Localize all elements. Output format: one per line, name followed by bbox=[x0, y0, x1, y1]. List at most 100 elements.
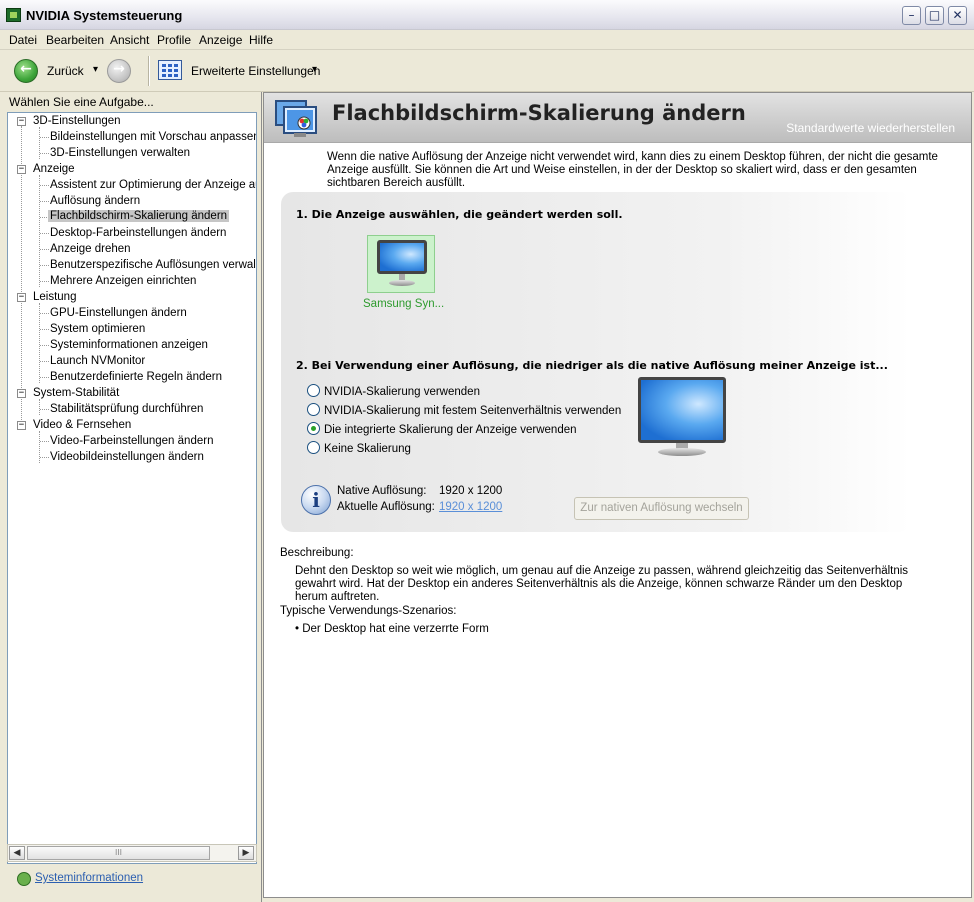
sidebar-item-flatpanel-scaling[interactable]: Flachbildschirm-Skalierung ändern bbox=[48, 210, 230, 222]
scroll-right-arrow-icon[interactable]: ▶ bbox=[238, 846, 254, 860]
category-performance[interactable]: Leistung bbox=[33, 291, 76, 303]
tree-connector bbox=[40, 409, 49, 410]
option-no-scaling[interactable]: Keine Skalierung bbox=[307, 441, 411, 455]
collapse-performance-icon[interactable]: − bbox=[17, 293, 26, 302]
horizontal-scrollbar[interactable]: ◀ III ▶ bbox=[7, 844, 257, 862]
sidebar-item-stability-test[interactable]: Stabilitätsprüfung durchführen bbox=[50, 403, 203, 415]
sidebar-item-desktop-color[interactable]: Desktop-Farbeinstellungen ändern bbox=[50, 227, 226, 239]
sidebar-item-video-color[interactable]: Video-Farbeinstellungen ändern bbox=[50, 435, 213, 447]
category-video-tv[interactable]: Video & Fernsehen bbox=[33, 419, 131, 431]
pane-splitter[interactable] bbox=[258, 92, 262, 902]
native-resolution-value: 1920 x 1200 bbox=[439, 485, 503, 497]
sidebar-item-nvmonitor[interactable]: Launch NVMonitor bbox=[50, 355, 145, 367]
restore-defaults-link[interactable]: Standardwerte wiederherstellen bbox=[786, 121, 955, 135]
step1-heading: 1. Die Anzeige auswählen, die geändert w… bbox=[296, 208, 623, 221]
sidebar-item-custom-rules[interactable]: Benutzerdefinierte Regeln ändern bbox=[50, 371, 222, 383]
advanced-settings-button[interactable]: Erweiterte Einstellungen bbox=[191, 64, 320, 78]
forward-arrow-icon: → bbox=[113, 61, 125, 77]
option-nvidia-fixed-aspect[interactable]: NVIDIA-Skalierung mit festem Seitenverhä… bbox=[307, 403, 621, 417]
toolbar: ← Zurück ▾ → Erweiterte Einstellungen ▾ bbox=[0, 50, 974, 92]
close-button[interactable]: ✕ bbox=[948, 6, 967, 25]
maximize-button[interactable]: □ bbox=[925, 6, 944, 25]
option-label[interactable]: NVIDIA-Skalierung mit festem Seitenverhä… bbox=[324, 405, 621, 417]
menu-bearbeiten[interactable]: Bearbeiten bbox=[46, 33, 104, 47]
collapse-display-icon[interactable]: − bbox=[17, 165, 26, 174]
menu-ansicht[interactable]: Ansicht bbox=[110, 33, 149, 47]
display-selector-tile[interactable] bbox=[367, 235, 435, 293]
category-display[interactable]: Anzeige bbox=[33, 163, 75, 175]
title-bar: NVIDIA Systemsteuerung – □ ✕ bbox=[0, 0, 974, 30]
back-dropdown-icon[interactable]: ▾ bbox=[93, 64, 98, 75]
current-resolution-label: Aktuelle Auflösung: bbox=[337, 501, 435, 513]
tree-connector bbox=[40, 313, 49, 314]
scroll-left-arrow-icon[interactable]: ◀ bbox=[9, 846, 25, 860]
task-sidebar: Wählen Sie eine Aufgabe... − 3D-Einstell… bbox=[0, 92, 262, 902]
tree-branch-line bbox=[39, 127, 40, 159]
scenario-item: • Der Desktop hat eine verzerrte Form bbox=[295, 623, 489, 635]
nvidia-app-icon bbox=[6, 8, 21, 22]
switch-native-resolution-button[interactable]: Zur nativen Auflösung wechseln bbox=[574, 497, 749, 520]
advanced-dropdown-icon[interactable]: ▾ bbox=[312, 64, 317, 75]
back-button[interactable]: ← bbox=[14, 59, 38, 83]
category-3d-settings[interactable]: 3D-Einstellungen bbox=[33, 115, 121, 127]
tree-branch-line bbox=[39, 399, 40, 415]
sidebar-item-rotate-display[interactable]: Anzeige drehen bbox=[50, 243, 131, 255]
description-text: Dehnt den Desktop so weit wie möglich, u… bbox=[295, 565, 909, 603]
info-icon: i bbox=[301, 485, 331, 515]
tree-connector bbox=[40, 457, 49, 458]
option-label[interactable]: Die integrierte Skalierung der Anzeige v… bbox=[324, 424, 577, 436]
scenarios-label: Typische Verwendungs-Szenarios: bbox=[280, 605, 457, 617]
scroll-thumb[interactable]: III bbox=[27, 846, 210, 860]
option-display-scaling[interactable]: Die integrierte Skalierung der Anzeige v… bbox=[307, 422, 577, 436]
tree-connector bbox=[40, 249, 49, 250]
advanced-settings-icon[interactable] bbox=[158, 60, 182, 80]
radio-nvidia-fixed-aspect[interactable] bbox=[307, 403, 320, 416]
option-label[interactable]: NVIDIA-Skalierung verwenden bbox=[324, 386, 480, 398]
option-label[interactable]: Keine Skalierung bbox=[324, 443, 411, 455]
category-system-stability[interactable]: System-Stabilität bbox=[33, 387, 119, 399]
sidebar-item-video-image[interactable]: Videobildeinstellungen ändern bbox=[50, 451, 204, 463]
menu-profile[interactable]: Profile bbox=[157, 33, 191, 47]
tree-branch-line bbox=[39, 303, 40, 383]
sidebar-item-display-wizard[interactable]: Assistent zur Optimierung der Anzeige au… bbox=[50, 179, 256, 191]
menu-hilfe[interactable]: Hilfe bbox=[249, 33, 273, 47]
tree-connector bbox=[40, 361, 49, 362]
tree-connector bbox=[40, 137, 49, 138]
sidebar-item-gpu-settings[interactable]: GPU-Einstellungen ändern bbox=[50, 307, 187, 319]
collapse-3d-icon[interactable]: − bbox=[17, 117, 26, 126]
collapse-video-icon[interactable]: − bbox=[17, 421, 26, 430]
current-resolution-link[interactable]: 1920 x 1200 bbox=[439, 501, 502, 513]
option-nvidia-scaling[interactable]: NVIDIA-Skalierung verwenden bbox=[307, 384, 480, 398]
back-arrow-icon: ← bbox=[20, 61, 32, 77]
system-info-link[interactable]: Systeminformationen bbox=[17, 872, 143, 886]
radio-nvidia-scaling[interactable] bbox=[307, 384, 320, 397]
radio-no-scaling[interactable] bbox=[307, 441, 320, 454]
sidebar-item-manage-3d[interactable]: 3D-Einstellungen verwalten bbox=[50, 147, 190, 159]
content-pane: Flachbildschirm-Skalierung ändern Standa… bbox=[263, 92, 972, 898]
sidebar-item-optimize-system[interactable]: System optimieren bbox=[50, 323, 145, 335]
display-name-label[interactable]: Samsung Syn... bbox=[363, 298, 444, 310]
tree-connector bbox=[40, 441, 49, 442]
system-info-label[interactable]: Systeminformationen bbox=[35, 872, 143, 884]
radio-display-scaling[interactable] bbox=[307, 422, 320, 435]
menu-datei[interactable]: Datei bbox=[9, 33, 37, 47]
tree-connector bbox=[40, 281, 49, 282]
menu-bar: Datei Bearbeiten Ansicht Profile Anzeige… bbox=[0, 30, 974, 50]
back-label[interactable]: Zurück bbox=[47, 64, 84, 78]
minimize-button[interactable]: – bbox=[902, 6, 921, 25]
sidebar-title: Wählen Sie eine Aufgabe... bbox=[9, 95, 154, 109]
sidebar-item-system-info[interactable]: Systeminformationen anzeigen bbox=[50, 339, 208, 351]
menu-anzeige[interactable]: Anzeige bbox=[199, 33, 242, 47]
description-label: Beschreibung: bbox=[280, 547, 354, 559]
sidebar-item-preview-image[interactable]: Bildeinstellungen mit Vorschau anpassen bbox=[50, 131, 256, 143]
tree-connector bbox=[40, 185, 49, 186]
window-title: NVIDIA Systemsteuerung bbox=[26, 8, 183, 23]
system-info-icon bbox=[17, 872, 31, 886]
sidebar-item-change-resolution[interactable]: Auflösung ändern bbox=[50, 195, 140, 207]
sidebar-item-multiple-displays[interactable]: Mehrere Anzeigen einrichten bbox=[50, 275, 196, 287]
collapse-stability-icon[interactable]: − bbox=[17, 389, 26, 398]
tree-connector bbox=[40, 329, 49, 330]
forward-button[interactable]: → bbox=[107, 59, 131, 83]
tree-connector bbox=[40, 201, 49, 202]
sidebar-item-custom-resolutions[interactable]: Benutzerspezifische Auflösungen verwalte… bbox=[50, 259, 256, 271]
